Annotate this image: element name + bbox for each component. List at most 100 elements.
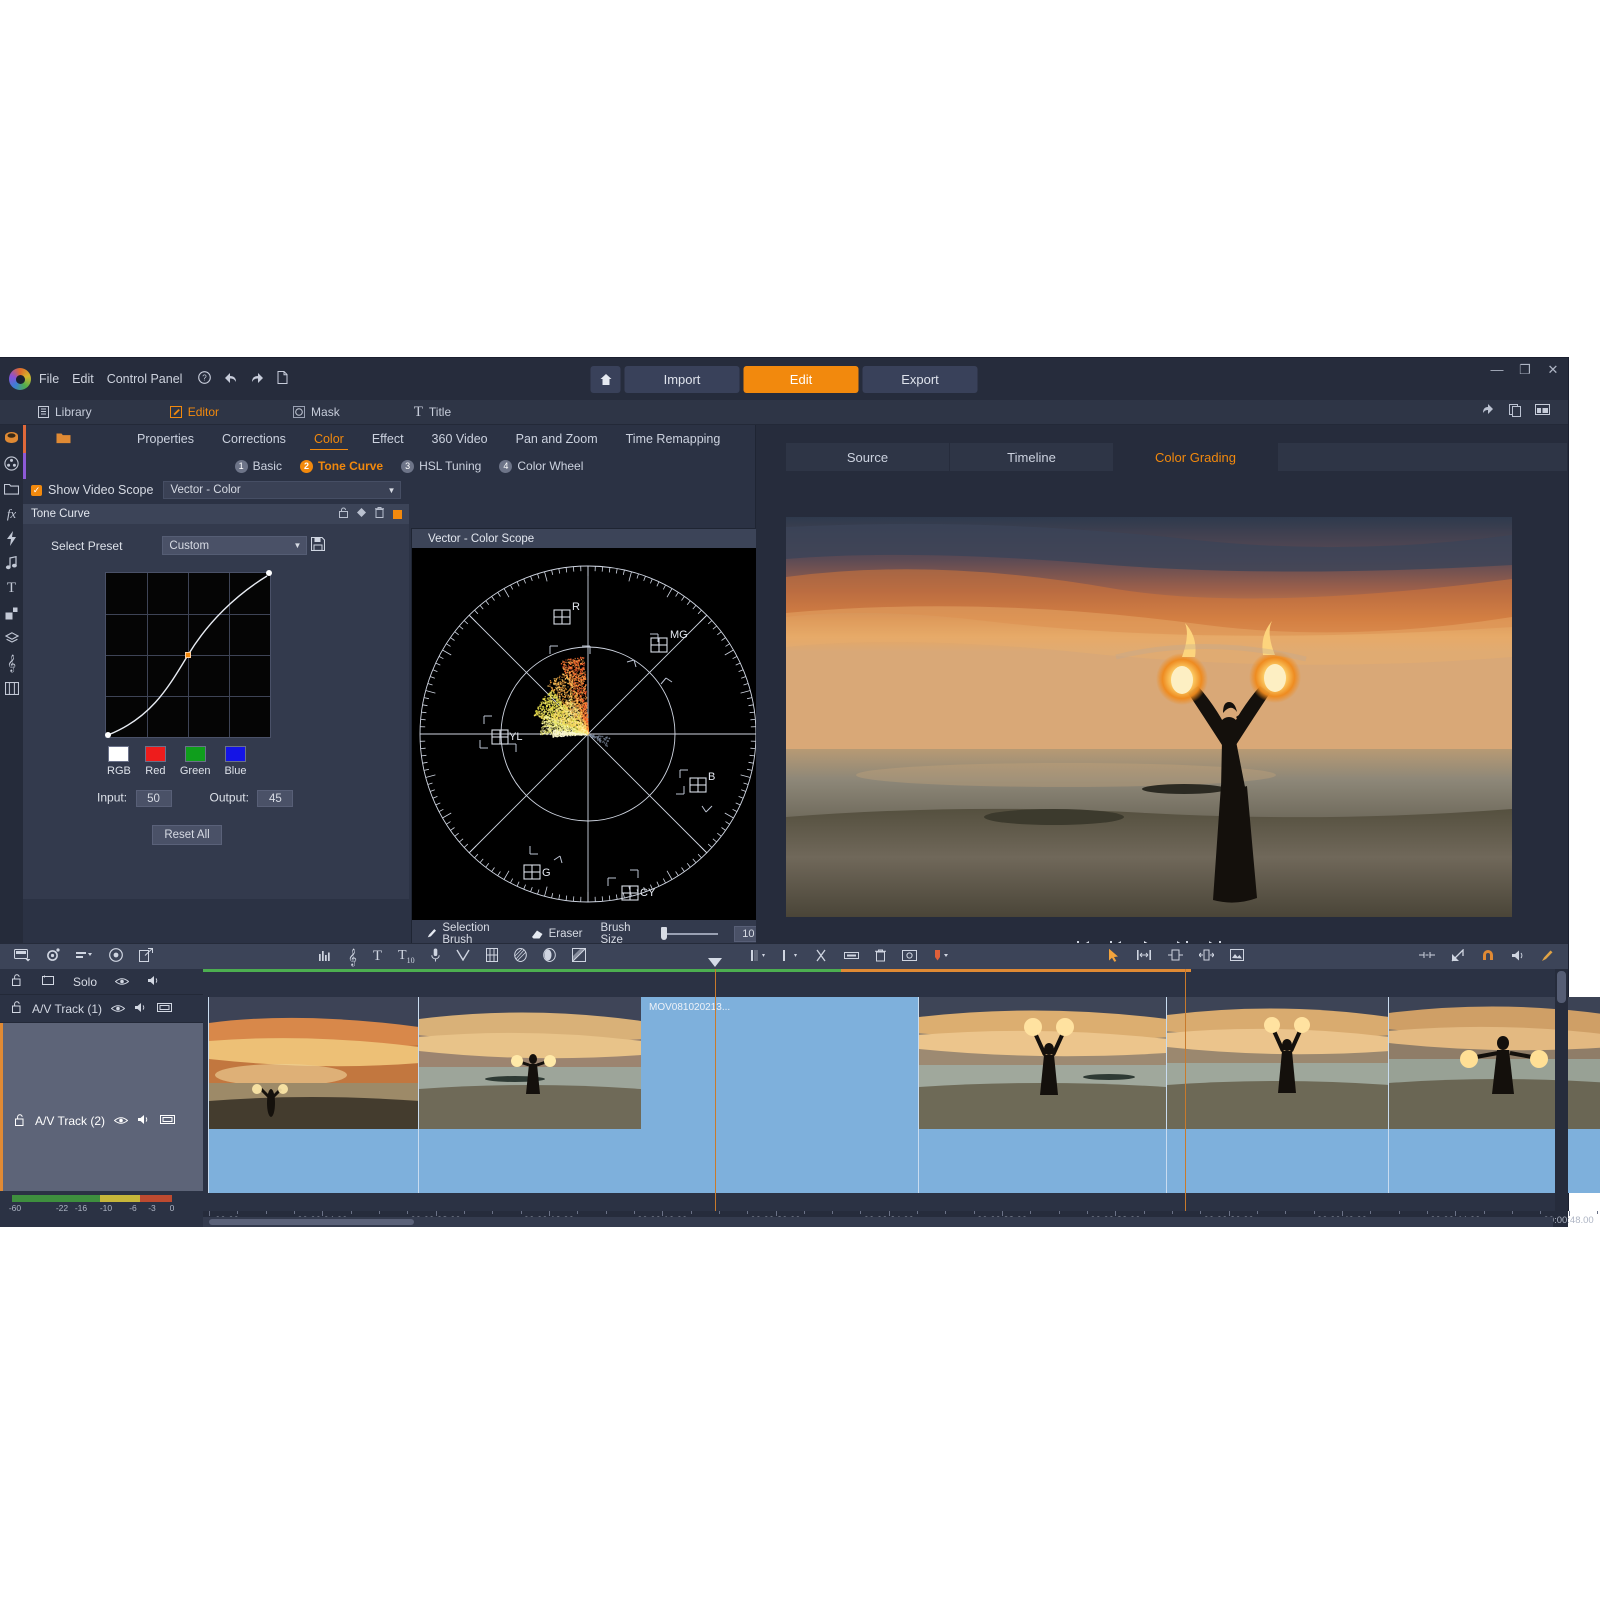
eye-icon[interactable] [111,1002,125,1016]
crop-icon[interactable] [844,949,859,964]
menu-edit[interactable]: Edit [72,372,94,386]
title-T-icon[interactable]: T [7,581,16,595]
timeline-clip[interactable] [1166,997,1388,1193]
marker-icon[interactable] [933,949,949,965]
fit-icon[interactable] [1419,949,1435,964]
layers-icon[interactable] [5,631,19,645]
curve-point-white[interactable] [266,570,272,576]
save-preset-icon[interactable] [311,537,325,554]
add-track-icon[interactable] [41,974,55,989]
subtab-tone-curve[interactable]: 2 Tone Curve [300,459,383,473]
mask-icon[interactable] [543,948,556,965]
mode-tab-mask[interactable]: Mask [279,400,354,425]
subtab-hsl-tuning[interactable]: 3 HSL Tuning [401,459,481,473]
show-video-scope-checkbox[interactable]: ✓ [31,485,42,496]
preview-video[interactable] [786,517,1512,917]
mark-out-icon[interactable] [782,949,798,965]
grid-icon[interactable] [486,948,498,965]
export-button[interactable]: Export [863,366,978,393]
timeline-horizontal-scrollbar[interactable] [203,1217,1553,1227]
select-arrow-icon[interactable] [1108,948,1120,965]
slide-icon[interactable] [1199,949,1214,964]
mode-tab-editor[interactable]: Editor [156,400,233,425]
preset-select[interactable]: Custom ▼ [162,536,307,555]
maximize-button[interactable]: ❐ [1518,362,1532,378]
channel-rgb[interactable]: RGB [107,746,131,777]
solo-button[interactable]: Solo [73,975,97,989]
detach-icon[interactable] [139,948,153,965]
audio-icon[interactable] [1511,949,1525,965]
track-manager-icon[interactable] [76,949,93,964]
speaker-icon[interactable] [137,1114,151,1128]
mark-in-icon[interactable] [750,949,766,965]
tab-source[interactable]: Source [786,443,950,471]
render-icon[interactable] [160,1114,175,1128]
trim-both-icon[interactable] [1136,949,1152,964]
trash-icon[interactable] [375,507,384,521]
scope-canvas[interactable]: R MG B CY G YL [412,548,763,920]
subtab-basic[interactable]: 1 Basic [235,459,282,473]
menu-control-panel[interactable]: Control Panel [107,372,183,386]
undo-icon[interactable] [223,372,238,387]
film-reel-icon[interactable] [4,456,19,470]
folder-icon[interactable] [4,481,19,495]
storyboard-icon[interactable] [14,949,30,965]
music-note-icon[interactable]: 𝄞 [348,948,357,966]
lock-icon[interactable] [339,507,348,521]
speaker-icon[interactable] [134,1002,148,1016]
eraser-button[interactable]: Eraser [531,928,583,940]
tab-properties[interactable]: Properties [123,425,208,453]
fx-icon[interactable]: fx [7,506,16,520]
video-scope-select[interactable]: Vector - Color ▼ [163,481,401,499]
channel-blue[interactable]: Blue [224,746,246,777]
subtab-color-wheel[interactable]: 4 Color Wheel [499,459,583,473]
tab-time-remapping[interactable]: Time Remapping [612,425,735,453]
scrollbar-thumb[interactable] [1557,971,1566,1003]
snapshot-icon[interactable] [902,949,917,964]
chroma-icon[interactable] [456,949,470,964]
tab-timeline[interactable]: Timeline [950,443,1114,471]
timeline-clip[interactable] [208,997,418,1193]
lightning-icon[interactable] [6,531,17,545]
keyframe-icon[interactable] [357,508,366,520]
timeline-vertical-scrollbar[interactable] [1555,969,1568,1227]
playhead-handle[interactable] [708,958,722,967]
home-button[interactable] [591,366,621,393]
brush-size-knob[interactable] [661,927,667,940]
zoom-icon[interactable] [1451,949,1465,965]
transition-icon[interactable] [572,948,586,965]
document-icon[interactable] [277,371,288,387]
tab-pan-and-zoom[interactable]: Pan and Zoom [502,425,612,453]
split-icon[interactable] [814,949,828,965]
input-field[interactable]: 50 [136,790,172,807]
blend-icon[interactable] [514,948,527,965]
unlock-icon[interactable] [12,1001,23,1016]
minimize-button[interactable]: — [1490,362,1504,378]
close-button[interactable]: ✕ [1546,362,1560,378]
brush-icon[interactable] [1541,949,1554,965]
tab-effect[interactable]: Effect [358,425,418,453]
tab-color[interactable]: Color [300,425,358,453]
music-note-icon[interactable] [5,556,18,570]
keyboard-icon[interactable] [5,681,19,695]
clef-icon[interactable]: 𝄞 [7,656,16,670]
eye-icon[interactable] [115,975,129,989]
slip-icon[interactable] [1168,949,1183,964]
timeline-clip[interactable] [1388,997,1600,1193]
duplicate-panel-icon[interactable] [1509,404,1521,420]
folder-orange-icon[interactable] [56,431,71,447]
menu-file[interactable]: File [39,372,59,386]
timeline-clip[interactable] [918,997,1166,1193]
unlock-icon[interactable] [12,974,23,989]
mode-tab-library[interactable]: Library [24,400,106,425]
playhead[interactable] [715,969,716,1221]
import-button[interactable]: Import [625,366,740,393]
reset-all-button[interactable]: Reset All [152,825,222,845]
brush-size-slider[interactable] [663,933,717,935]
edit-button[interactable]: Edit [744,366,859,393]
render-icon[interactable] [157,1002,172,1016]
tab-color-grading[interactable]: Color Grading [1114,443,1278,471]
speaker-icon[interactable] [147,975,161,989]
eye-icon[interactable] [114,1114,128,1128]
redo-icon[interactable] [250,372,265,387]
